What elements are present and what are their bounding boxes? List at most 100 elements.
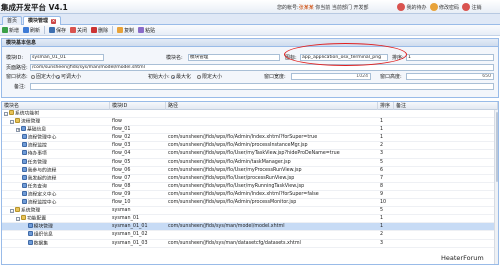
- cell-module-id: sysman: [112, 208, 131, 214]
- column-header-order[interactable]: 排序: [378, 102, 394, 110]
- table-row[interactable]: + 基础信息 flow_01 1: [2, 126, 494, 135]
- order-label: 排序:: [392, 55, 404, 61]
- close-button[interactable]: 关闭: [70, 27, 87, 34]
- close-tab-icon[interactable]: ×: [51, 19, 57, 24]
- toolbar: 新增 刷新 保存 关闭 删除 复制 粘贴: [0, 25, 500, 36]
- cell-order: 8: [380, 183, 384, 189]
- user-name[interactable]: 张某某: [299, 5, 314, 11]
- logout-button[interactable]: 注销: [462, 3, 482, 11]
- collapse-icon[interactable]: -: [16, 216, 20, 221]
- cell-name: - 系统管理: [2, 207, 110, 215]
- window-width-field[interactable]: 1024: [291, 73, 371, 80]
- my-todo-button[interactable]: 我的待办: [397, 3, 427, 11]
- table-row[interactable]: - 功能配置 sysman_01 1: [2, 215, 494, 224]
- cell-name: 流程监控: [2, 142, 110, 150]
- table-row[interactable]: 数据集 sysman_01_03 com/sunsheen/jfids/sys/ma…: [2, 239, 494, 248]
- cell-note: [394, 223, 494, 231]
- table-row[interactable]: - 系统功能树: [2, 110, 494, 119]
- row-module-name: 流程管理中心: [27, 135, 57, 141]
- row-module-name: 流程管理: [21, 119, 41, 125]
- logout-icon: [462, 3, 471, 11]
- save-button[interactable]: 保存: [49, 27, 66, 34]
- table-row[interactable]: 流程监控中心 flow_10 com/sunsheen/jfids/wps/flo/…: [2, 199, 494, 208]
- page-path-field[interactable]: /com/sunsheen/jfids/sys/man/model/model.…: [30, 64, 494, 71]
- expand-icon[interactable]: +: [16, 127, 20, 132]
- fixed-size-radio[interactable]: 固定大小: [31, 73, 56, 81]
- cell-path: com/sunsheen/jfids/wps/flo/Admin/Index.x…: [168, 191, 319, 197]
- radio-icon: [31, 75, 35, 79]
- cell-path: com/sunsheen/jfids/wps/flo/Admin/Index.x…: [168, 135, 318, 141]
- cell-order: [378, 110, 394, 118]
- column-header-path[interactable]: 路径: [166, 102, 378, 110]
- vertical-scrollbar[interactable]: [494, 110, 498, 264]
- module-info-panel: 模块基本信息 模块ID: sysman_01_01 模块名: 模块管理 图标: …: [1, 38, 499, 98]
- limited-size-radio[interactable]: 限定大小: [197, 73, 222, 81]
- cell-path: [166, 231, 378, 239]
- toolbar-divider: [44, 26, 46, 34]
- row-module-name: 待办事项: [27, 151, 47, 157]
- table-row[interactable]: 待办事项 flow_04 com/sunsheen/jfids/wps/flo/Us…: [2, 150, 494, 159]
- cell-note: [394, 150, 494, 158]
- table-row[interactable]: 流程监控 flow_03 com/sunsheen/jfids/wps/flo/Ad…: [2, 142, 494, 151]
- column-header-id[interactable]: 模块ID: [110, 102, 166, 110]
- change-password-button[interactable]: 修改密码: [429, 3, 459, 11]
- cell-module-id: sysman_01: [112, 216, 139, 222]
- cell-note: [394, 240, 494, 248]
- cell-module-id: flow: [112, 119, 122, 125]
- cell-order: 2: [380, 232, 384, 238]
- table-row[interactable]: 我发起的流程 flow_07 com/sunsheen/jfids/wps/flo/…: [2, 174, 494, 183]
- resizable-radio[interactable]: 可调大小: [56, 73, 81, 81]
- cell-module-id: sysman_01_03: [112, 240, 148, 246]
- module-name-field[interactable]: 模块管理: [188, 54, 280, 61]
- cell-module-id: sysman_01_01: [112, 224, 148, 230]
- cell-module-id: flow_06: [112, 167, 131, 173]
- window-height-field[interactable]: 650: [406, 73, 494, 80]
- module-id-label: 模块ID:: [6, 55, 24, 61]
- tab-home[interactable]: 首页: [2, 16, 23, 25]
- collapse-icon[interactable]: -: [10, 119, 14, 124]
- remark-field[interactable]: [30, 83, 494, 90]
- table-row[interactable]: 任务查询 flow_08 com/sunsheen/jfids/wps/flo/Us…: [2, 182, 494, 191]
- table-row[interactable]: 组织信息 sysman_01_02 2: [2, 231, 494, 240]
- column-header-name[interactable]: 模块名: [2, 102, 110, 110]
- icon-field[interactable]: app_application_osx_terminal_png: [300, 54, 388, 61]
- table-row[interactable]: 流程管理中心 flow_02 com/sunsheen/jfids/wps/flo/…: [2, 134, 494, 143]
- table-row[interactable]: - 系统管理 sysman 5: [2, 207, 494, 216]
- collapse-icon[interactable]: -: [10, 208, 14, 213]
- cell-order: 3: [380, 240, 384, 246]
- add-button[interactable]: 新增: [2, 27, 19, 34]
- cell-note: [394, 183, 494, 191]
- maximize-radio[interactable]: 最大化: [171, 73, 191, 81]
- scrollbar-thumb[interactable]: [495, 112, 498, 182]
- delete-button[interactable]: 删除: [91, 27, 108, 34]
- page-icon: [21, 174, 27, 180]
- order-field[interactable]: 1: [406, 54, 494, 61]
- cell-note: [394, 134, 494, 142]
- refresh-button[interactable]: 刷新: [23, 27, 40, 34]
- table-row[interactable]: 我参与的流程 flow_06 com/sunsheen/jfids/wps/flo/…: [2, 166, 494, 175]
- row-module-name: 系统管理: [21, 208, 41, 214]
- column-header-note[interactable]: 备注: [394, 102, 498, 110]
- cell-module-id: flow_03: [112, 143, 131, 149]
- limited-size-label: 限定大小: [202, 74, 223, 80]
- cell-name: 我参与的流程: [2, 166, 110, 175]
- table-row[interactable]: 模块管理 sysman_01_01 com/sunsheen/jfids/sys/m…: [2, 223, 494, 232]
- table-row[interactable]: - 流程管理 flow 1: [2, 118, 494, 127]
- cell-note: [394, 126, 494, 134]
- row-module-name: 基础信息: [27, 127, 47, 133]
- cell-name: 组织信息: [2, 231, 110, 239]
- collapse-icon[interactable]: -: [4, 111, 8, 116]
- user-label: 您的帐号:: [277, 4, 299, 11]
- cell-note: [394, 118, 494, 126]
- row-module-name: 流程定义中心: [27, 192, 57, 198]
- module-id-field[interactable]: sysman_01_01: [30, 54, 104, 61]
- delete-icon: [91, 27, 98, 33]
- copy-button[interactable]: 复制: [117, 27, 134, 34]
- cell-order: 1: [380, 127, 384, 133]
- cell-note: [394, 159, 494, 167]
- app-title: 集成开发平台 V4.1: [1, 3, 68, 12]
- paste-button[interactable]: 粘贴: [138, 27, 155, 34]
- table-row[interactable]: 任务管理 flow_05 com/sunsheen/jfids/wps/flo/Ad…: [2, 158, 494, 167]
- table-row[interactable]: 流程定义中心 flow_09 com/sunsheen/jfids/wps/flo/…: [2, 190, 494, 200]
- remark-label: 备注:: [14, 84, 26, 90]
